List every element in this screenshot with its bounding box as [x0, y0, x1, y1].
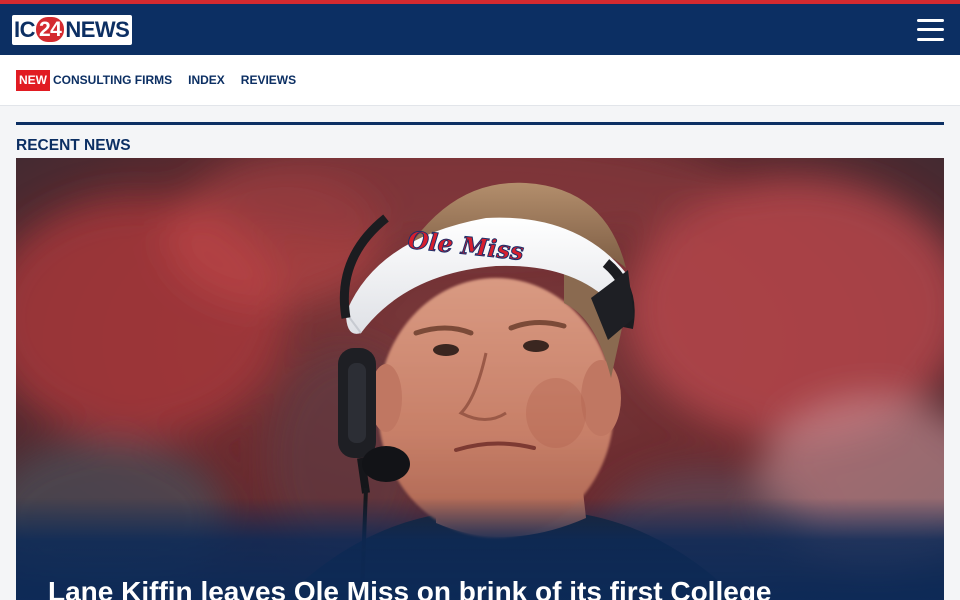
hamburger-line	[917, 28, 944, 31]
nav-item-label: REVIEWS	[240, 73, 297, 87]
hamburger-menu-icon[interactable]	[917, 18, 944, 41]
featured-article-card[interactable]: Ole Miss Lane Kiffin leaves Ole Miss on …	[16, 158, 944, 600]
nav-item-label: INDEX	[188, 73, 225, 87]
site-logo[interactable]: IC 24 NEWS	[12, 14, 133, 45]
main-content: RECENT NEWS Ole Miss Lane Kiffin leaves …	[0, 122, 960, 600]
section-title: RECENT NEWS	[16, 137, 131, 154]
section-divider	[16, 122, 944, 125]
nav-item-label: CONSULTING FIRMS	[53, 73, 173, 87]
logo-text-news: NEWS	[65, 16, 130, 42]
new-badge: NEW	[16, 69, 50, 91]
hamburger-line	[917, 37, 944, 41]
nav-item-reviews[interactable]: REVIEWS	[241, 73, 296, 87]
logo-text-ic: IC	[14, 16, 36, 42]
nav-item-index[interactable]: INDEX	[188, 73, 225, 87]
logo-text-24: 24	[36, 17, 65, 42]
nav-item-consulting-firms[interactable]: NEW CONSULTING FIRMS	[16, 69, 173, 91]
hamburger-line	[917, 18, 944, 22]
site-header: IC 24 NEWS	[0, 4, 960, 55]
featured-headline[interactable]: Lane Kiffin leaves Ole Miss on brink of …	[48, 575, 884, 600]
sub-navigation: NEW CONSULTING FIRMS INDEX REVIEWS	[0, 55, 960, 106]
